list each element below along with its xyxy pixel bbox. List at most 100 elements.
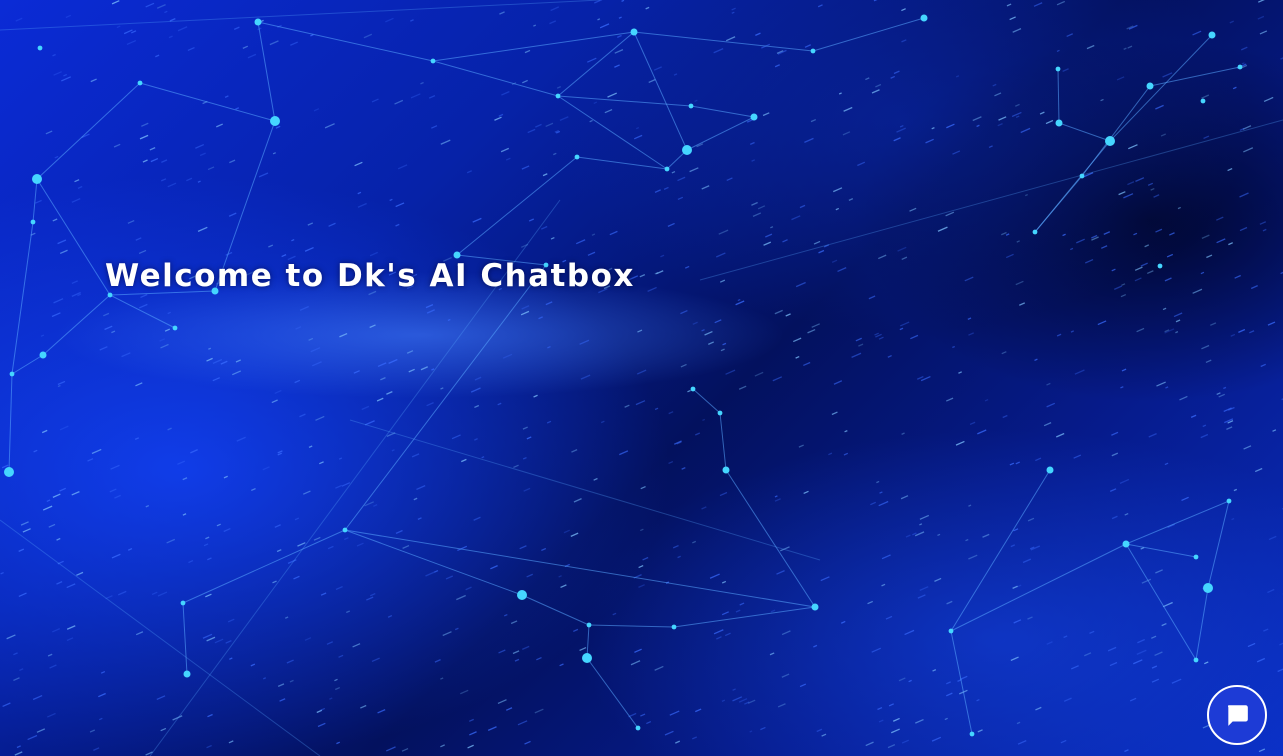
particle-dash [798, 444, 804, 448]
particle-dash [832, 187, 843, 193]
particle-dash [1024, 193, 1028, 197]
particle-dash [713, 629, 724, 635]
particle-dash [324, 123, 335, 129]
particle-dash [893, 70, 900, 75]
particle-dash [890, 728, 900, 734]
particle-dash [1022, 558, 1032, 564]
particle-dash [1123, 47, 1127, 50]
particle-dash [774, 309, 783, 315]
particle-dash [466, 170, 473, 174]
particle-dash [1192, 30, 1202, 36]
particle-dash [804, 44, 811, 48]
particle-dash [15, 17, 23, 22]
network-node [948, 628, 954, 634]
particle-dash [53, 71, 62, 76]
particle-dash [919, 586, 929, 591]
particle-dash [857, 161, 866, 167]
particle-dash [1177, 206, 1181, 210]
particle-dash [150, 157, 159, 163]
particle-dash [781, 630, 791, 636]
particle-dash [1267, 588, 1275, 594]
particle-dash [524, 740, 531, 745]
network-edge [432, 60, 559, 97]
network-edge [456, 156, 578, 256]
particle-dash [352, 643, 361, 648]
particle-dash [59, 425, 69, 431]
network-node [1208, 31, 1216, 39]
particle-dash [1066, 33, 1074, 38]
particle-dash [1238, 328, 1246, 333]
particle-dash [878, 500, 889, 507]
network-node [1203, 583, 1213, 593]
particle-dash [1135, 177, 1145, 182]
network-edge [182, 529, 346, 604]
particle-dash [1181, 496, 1189, 502]
chat-launcher-button[interactable] [1207, 685, 1267, 745]
particle-dash [395, 529, 403, 534]
particle-dash [542, 173, 548, 177]
particle-dash [896, 127, 906, 133]
particle-dash [277, 450, 283, 454]
particle-dash [558, 575, 562, 578]
particle-dash [461, 458, 467, 463]
particle-dash [760, 726, 766, 731]
particle-dash [887, 744, 896, 749]
particle-dash [371, 657, 380, 663]
particle-dash [206, 636, 216, 642]
particle-dash [303, 490, 311, 495]
particle-dash [782, 239, 788, 243]
network-edge [521, 594, 590, 626]
particle-dash [373, 504, 378, 507]
particle-dash [299, 305, 309, 311]
particle-dash [113, 143, 121, 148]
network-node [32, 174, 42, 184]
particle-dash [1171, 678, 1182, 684]
particle-dash [151, 591, 158, 596]
particle-dash [1111, 268, 1116, 272]
particle-dash [501, 90, 510, 96]
particle-dash [494, 116, 502, 121]
particle-dash [207, 713, 213, 718]
particle-dash [207, 557, 212, 561]
network-node [750, 113, 758, 121]
particle-dash [713, 48, 724, 54]
particle-dash [732, 696, 743, 702]
particle-dash [614, 64, 620, 68]
particle-dash [1179, 395, 1188, 401]
particle-dash [720, 348, 725, 352]
network-edge [1195, 587, 1209, 661]
particle-dash [1146, 270, 1154, 275]
particle-dash [754, 371, 764, 377]
particle-dash [521, 305, 530, 310]
particle-dash [619, 450, 629, 456]
particle-dash [654, 189, 661, 193]
particle-dash [1015, 103, 1020, 107]
network-node [1146, 82, 1154, 90]
particle-dash [575, 239, 586, 245]
particle-dash [1045, 119, 1054, 125]
particle-dash [1272, 429, 1277, 432]
particle-dash [126, 39, 137, 46]
particle-dash [2, 702, 11, 708]
particle-dash [182, 477, 188, 481]
particle-dash [214, 638, 224, 644]
particle-dash [1062, 233, 1066, 237]
particle-dash [840, 620, 846, 624]
particle-dash [553, 152, 557, 156]
particle-dash [313, 108, 320, 112]
particle-dash [1020, 127, 1031, 134]
network-node [1055, 119, 1063, 127]
particle-dash [56, 537, 61, 541]
particle-dash [749, 141, 755, 145]
particle-dash [35, 199, 42, 204]
particle-dash [528, 218, 535, 222]
particle-dash [1127, 181, 1135, 186]
particle-dash [807, 328, 816, 334]
particle-dash [391, 449, 395, 452]
particle-dash [660, 254, 665, 258]
network-edge [349, 419, 821, 561]
particle-dash [757, 205, 766, 210]
particle-dash [1134, 277, 1142, 282]
particle-dash [469, 731, 477, 736]
particle-dash [900, 495, 909, 500]
